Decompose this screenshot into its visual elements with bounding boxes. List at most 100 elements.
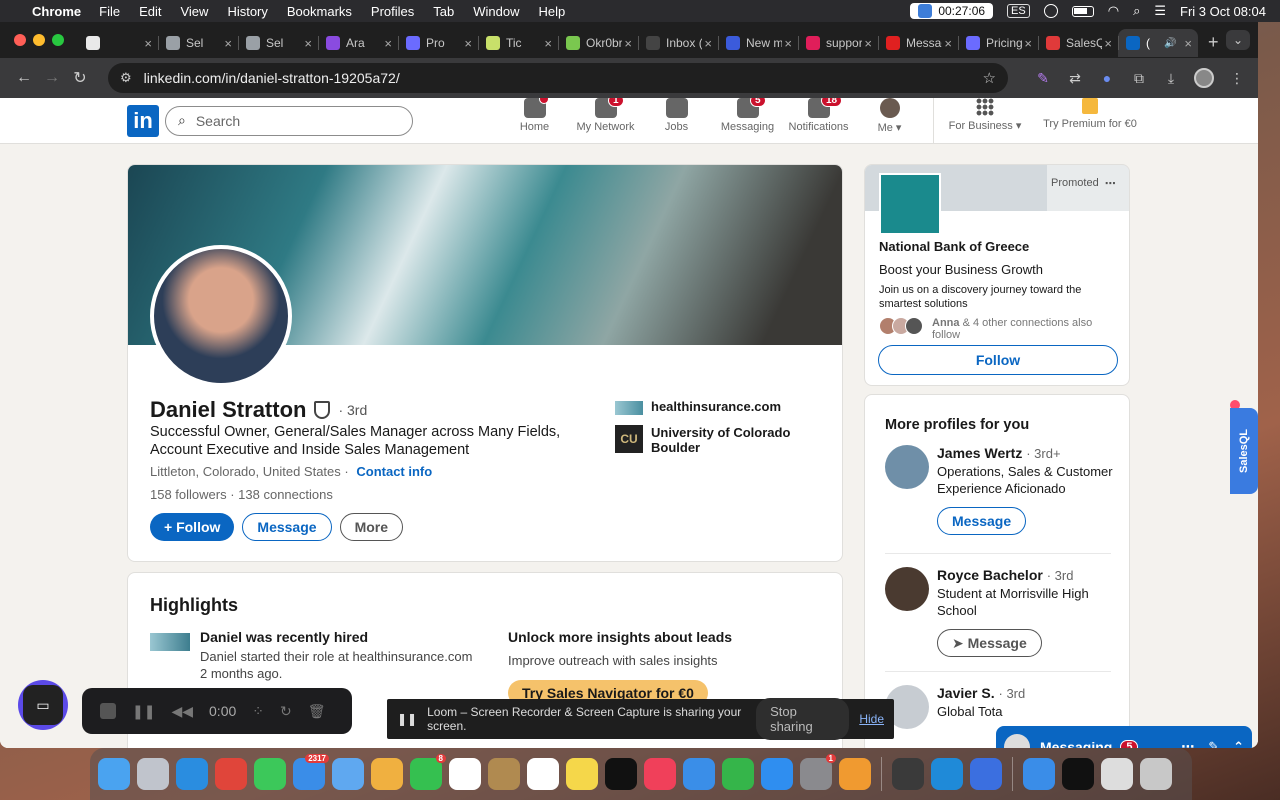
close-tab-icon[interactable]: × <box>464 36 472 51</box>
menubar-app-name[interactable]: Chrome <box>32 4 81 19</box>
dock-downloads-icon[interactable] <box>1023 758 1055 790</box>
dock-window-2-icon[interactable] <box>1101 758 1133 790</box>
dock-finder-icon[interactable] <box>98 758 130 790</box>
contact-info-link[interactable]: Contact info <box>356 464 432 479</box>
menu-profiles[interactable]: Profiles <box>371 4 414 19</box>
browser-tab[interactable]: Inbox (× <box>638 29 718 57</box>
extensions-puzzle-icon[interactable]: ⧉ <box>1130 69 1148 87</box>
input-source[interactable]: ES <box>1007 4 1030 18</box>
spotlight-icon[interactable]: ⌕ <box>1133 3 1140 19</box>
dock-app-store-icon[interactable] <box>761 758 793 790</box>
loom-camera-bubble[interactable]: ▭ <box>18 680 68 730</box>
stop-sharing-button[interactable]: Stop sharing <box>756 698 850 740</box>
recording-timer[interactable]: 00:27:06 <box>910 3 994 19</box>
close-tab-icon[interactable]: × <box>1024 36 1032 51</box>
tab-audio-icon[interactable]: 🔊 <box>1164 38 1176 49</box>
browser-tab[interactable]: New m × <box>718 29 798 57</box>
dock-app-store-alt-icon[interactable] <box>332 758 364 790</box>
menu-bookmarks[interactable]: Bookmarks <box>287 4 352 19</box>
dock-music-icon[interactable] <box>644 758 676 790</box>
linkedin-logo[interactable]: in <box>127 104 159 137</box>
nav-try-premium[interactable]: Try Premium for €0 <box>1036 98 1144 144</box>
follow-button[interactable]: + Follow <box>150 513 235 541</box>
battery-icon[interactable] <box>1071 5 1094 17</box>
minimize-window-button[interactable] <box>33 34 45 46</box>
education[interactable]: CU University of Colorado Boulder <box>615 425 825 455</box>
current-company[interactable]: healthinsurance.com <box>615 399 825 415</box>
menubar-clock[interactable]: Fri 3 Oct 08:04 <box>1180 4 1266 19</box>
browser-tab[interactable]: (🔊 × <box>1118 29 1198 57</box>
nav-home[interactable]: Home <box>499 98 570 144</box>
hide-sharing-bar-button[interactable]: Hide <box>859 712 884 726</box>
more-button[interactable]: More <box>339 513 404 541</box>
close-tab-icon[interactable]: × <box>304 36 312 51</box>
browser-tab[interactable]: × <box>78 29 158 57</box>
salesql-tab[interactable]: SalesQL <box>1230 408 1258 494</box>
dock-tv-icon[interactable] <box>605 758 637 790</box>
ad-company[interactable]: National Bank of Greece <box>879 239 1119 254</box>
suggestion-message-button[interactable]: Message <box>937 507 1027 535</box>
forward-button[interactable]: → <box>38 69 66 87</box>
suggestion-name[interactable]: Royce Bachelor · 3rd <box>937 567 1115 583</box>
close-tab-icon[interactable]: × <box>1184 36 1192 51</box>
chevron-up-icon[interactable]: ⌃ <box>1233 739 1244 748</box>
browser-tab[interactable]: Messag× <box>878 29 958 57</box>
back-button[interactable]: ← <box>10 69 38 87</box>
browser-tab[interactable]: Ara × <box>318 29 398 57</box>
verified-shield-icon[interactable] <box>314 401 331 419</box>
zoom-window-button[interactable] <box>52 34 64 46</box>
loom-stop-button[interactable] <box>100 703 116 719</box>
loom-rewind-button[interactable]: ◀◀ <box>171 703 193 720</box>
loom-draw-icon[interactable]: ⁘ <box>252 703 264 720</box>
menu-history[interactable]: History <box>227 4 267 19</box>
dock-mail-icon[interactable]: 2317 <box>293 754 329 790</box>
menu-file[interactable]: File <box>99 4 120 19</box>
followers-count[interactable]: 158 followers <box>150 487 227 502</box>
browser-tab[interactable]: suppor × <box>798 29 878 57</box>
search-input[interactable]: ⌕ Search <box>165 105 413 136</box>
wifi-icon[interactable]: ◠ <box>1108 3 1119 19</box>
dock-system-settings-icon[interactable]: 1 <box>800 754 836 790</box>
dock-edge-icon[interactable] <box>931 758 963 790</box>
close-tab-icon[interactable]: × <box>864 36 872 51</box>
compose-icon[interactable]: ✎ <box>1208 739 1219 748</box>
close-tab-icon[interactable]: × <box>944 36 952 51</box>
extension-circle-icon[interactable]: ● <box>1098 69 1116 87</box>
user-icon[interactable] <box>1043 4 1058 18</box>
browser-tab[interactable]: Tic × <box>478 29 558 57</box>
menu-view[interactable]: View <box>180 4 208 19</box>
browser-tab[interactable]: Sel × <box>158 29 238 57</box>
messaging-dock[interactable]: Messaging 5 ⋯ ✎ ⌃ <box>996 726 1252 748</box>
new-tab-button[interactable]: + <box>1208 32 1219 53</box>
site-info-icon[interactable]: ⚙ <box>120 70 132 86</box>
close-tab-icon[interactable]: × <box>384 36 392 51</box>
dock-numbers-icon[interactable] <box>722 758 754 790</box>
nav-me[interactable]: Me ▾ <box>854 98 925 144</box>
close-tab-icon[interactable]: × <box>704 36 712 51</box>
address-bar[interactable]: ⚙ linkedin.com/in/daniel-stratton-19205a… <box>108 63 1008 93</box>
control-center-icon[interactable]: ☰ <box>1154 3 1166 19</box>
dock-facetime-icon[interactable]: 8 <box>410 754 446 790</box>
bookmark-star-icon[interactable]: ☆ <box>983 69 996 87</box>
dock-reminders-icon[interactable] <box>527 758 559 790</box>
dock-launchpad-icon[interactable] <box>137 758 169 790</box>
profile-suggestion[interactable]: Royce Bachelor · 3rd Student at Morrisvi… <box>885 567 1115 657</box>
suggestion-name[interactable]: Javier S. · 3rd <box>937 685 1025 701</box>
nav-my-network[interactable]: 1 My Network <box>570 98 641 144</box>
suggestion-avatar[interactable] <box>885 567 929 611</box>
close-tab-icon[interactable]: × <box>224 36 232 51</box>
ad-follow-button[interactable]: Follow <box>878 345 1118 375</box>
dock-calendar-icon[interactable] <box>449 758 481 790</box>
browser-tab[interactable]: Pro × <box>398 29 478 57</box>
nav-messaging[interactable]: 5 Messaging <box>712 98 783 144</box>
close-tab-icon[interactable]: × <box>144 36 152 51</box>
profile-suggestion[interactable]: James Wertz · 3rd+ Operations, Sales & C… <box>885 445 1115 535</box>
dock-loom-icon[interactable] <box>970 758 1002 790</box>
close-tab-icon[interactable]: × <box>784 36 792 51</box>
profile-photo[interactable] <box>150 245 292 387</box>
dock-photos-icon[interactable] <box>371 758 403 790</box>
browser-tab[interactable]: Okr0br × <box>558 29 638 57</box>
more-options-icon[interactable]: ⋯ <box>1181 739 1194 748</box>
downloads-icon[interactable]: ⤓ <box>1162 69 1180 87</box>
loom-restart-icon[interactable]: ↻ <box>280 703 292 720</box>
